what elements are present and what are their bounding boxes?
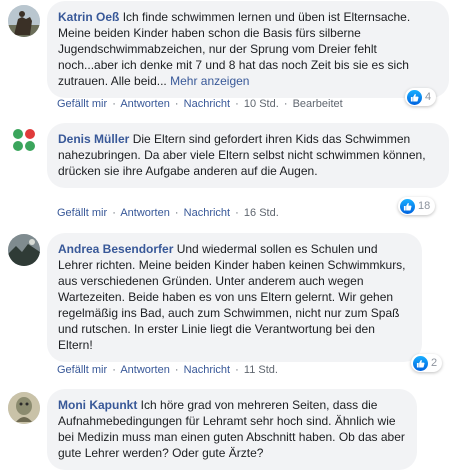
comment-timestamp[interactable]: 10 Std. bbox=[244, 98, 279, 110]
thumbs-up-icon bbox=[400, 198, 415, 214]
comment-actions: Gefällt mir · Antworten · Nachricht · 16… bbox=[57, 206, 279, 220]
show-more-link[interactable]: Mehr anzeigen bbox=[170, 74, 249, 88]
thumbs-up-icon bbox=[407, 89, 422, 105]
comment-actions: Gefällt mir · Antworten · Nachricht · 10… bbox=[57, 97, 343, 111]
separator: · bbox=[235, 98, 239, 110]
like-button[interactable]: Gefällt mir bbox=[57, 98, 107, 110]
comment-bubble: Denis Müller Die Eltern sind gefordert i… bbox=[47, 123, 449, 188]
comment-author[interactable]: Andrea Besendorfer bbox=[58, 242, 173, 256]
separator: · bbox=[283, 98, 288, 110]
reaction-count-badge[interactable]: 2 bbox=[411, 354, 443, 372]
avatar-logo-icon bbox=[8, 124, 40, 156]
reply-button[interactable]: Antworten bbox=[120, 98, 170, 110]
separator: · bbox=[112, 364, 116, 376]
avatar[interactable] bbox=[8, 234, 40, 266]
comment-timestamp[interactable]: 11 Std. bbox=[244, 364, 278, 376]
separator: · bbox=[235, 207, 239, 219]
avatar-photo-icon bbox=[8, 392, 40, 424]
avatar[interactable] bbox=[8, 124, 40, 156]
reply-button[interactable]: Antworten bbox=[120, 364, 170, 376]
reaction-count: 2 bbox=[431, 357, 438, 369]
separator: · bbox=[174, 207, 179, 219]
message-button[interactable]: Nachricht bbox=[184, 364, 230, 376]
avatar[interactable] bbox=[8, 392, 40, 424]
separator: · bbox=[112, 207, 116, 219]
message-button[interactable]: Nachricht bbox=[184, 207, 230, 219]
separator: · bbox=[174, 364, 179, 376]
thumbs-up-icon bbox=[413, 355, 428, 371]
reaction-count-badge[interactable]: 4 bbox=[405, 88, 437, 106]
like-button[interactable]: Gefällt mir bbox=[57, 364, 107, 376]
reply-button[interactable]: Antworten bbox=[120, 207, 170, 219]
comment-text: Und wiedermal sollen es Schulen und Lehr… bbox=[58, 242, 406, 352]
message-button[interactable]: Nachricht bbox=[184, 98, 230, 110]
comment-bubble: Moni Kapunkt Ich höre grad von mehreren … bbox=[47, 389, 417, 470]
comment-actions: Gefällt mir · Antworten · Nachricht · 11… bbox=[57, 363, 278, 377]
avatar-photo-icon bbox=[8, 234, 40, 266]
reaction-count: 18 bbox=[418, 200, 431, 212]
avatar-photo-icon bbox=[8, 5, 40, 37]
avatar[interactable] bbox=[8, 5, 40, 37]
separator: · bbox=[112, 98, 116, 110]
comment-author[interactable]: Katrin Oeß bbox=[58, 10, 119, 24]
comment-author[interactable]: Denis Müller bbox=[58, 132, 129, 146]
comment-author[interactable]: Moni Kapunkt bbox=[58, 398, 137, 412]
edited-label[interactable]: Bearbeitet bbox=[293, 98, 343, 110]
reaction-count-badge[interactable]: 18 bbox=[398, 197, 436, 215]
like-button[interactable]: Gefällt mir bbox=[57, 207, 107, 219]
separator: · bbox=[174, 98, 179, 110]
reaction-count: 4 bbox=[425, 91, 432, 103]
comment-timestamp[interactable]: 16 Std. bbox=[244, 207, 279, 219]
comment-bubble: Andrea Besendorfer Und wiedermal sollen … bbox=[47, 233, 422, 362]
separator: · bbox=[235, 364, 239, 376]
comment-bubble: Katrin Oeß Ich finde schwimmen lernen un… bbox=[47, 1, 449, 98]
